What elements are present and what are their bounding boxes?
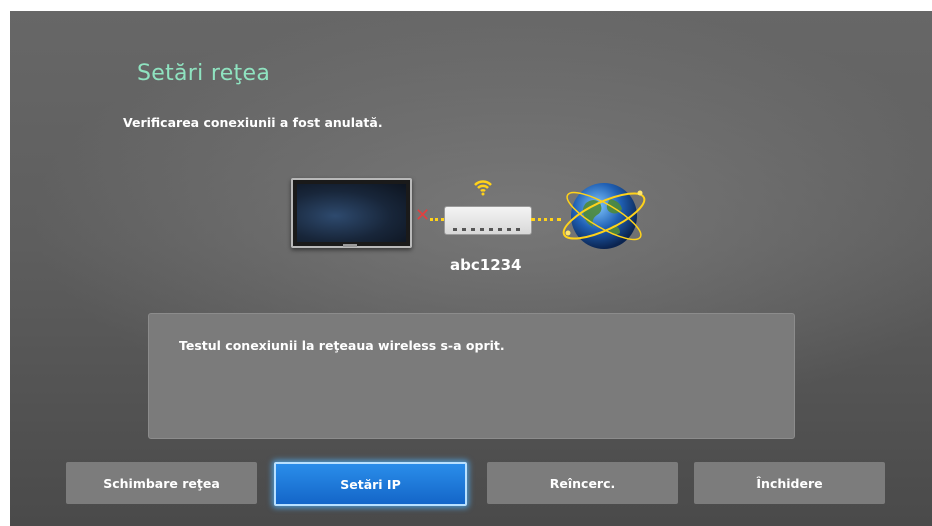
message-panel: Testul conexiunii la reţeaua wireless s-…: [148, 313, 795, 439]
router-icon: [444, 206, 532, 235]
close-button[interactable]: Închidere: [694, 462, 885, 504]
tv-icon: [291, 178, 412, 248]
tv-screen: [297, 184, 406, 242]
page-title: Setări reţea: [137, 61, 271, 86]
connection-failed-icon: ✕: [415, 205, 431, 226]
link-dots-tv-router: [430, 218, 444, 221]
message-text: Testul conexiunii la reţeaua wireless s-…: [179, 338, 505, 353]
network-name: abc1234: [450, 256, 522, 274]
tv-stand: [343, 244, 357, 247]
link-dots-router-internet: [531, 218, 561, 221]
router-ports: [453, 228, 521, 231]
network-settings-screen: Setări reţea Verificarea conexiunii a fo…: [10, 11, 932, 526]
retry-button[interactable]: Reîncerc.: [487, 462, 678, 504]
change-network-button[interactable]: Schimbare reţea: [66, 462, 257, 504]
status-message: Verificarea conexiunii a fost anulată.: [123, 115, 383, 130]
wifi-signal-icon: [474, 180, 492, 196]
ip-settings-button[interactable]: Setări IP: [274, 462, 467, 506]
internet-globe-icon: [562, 183, 646, 249]
